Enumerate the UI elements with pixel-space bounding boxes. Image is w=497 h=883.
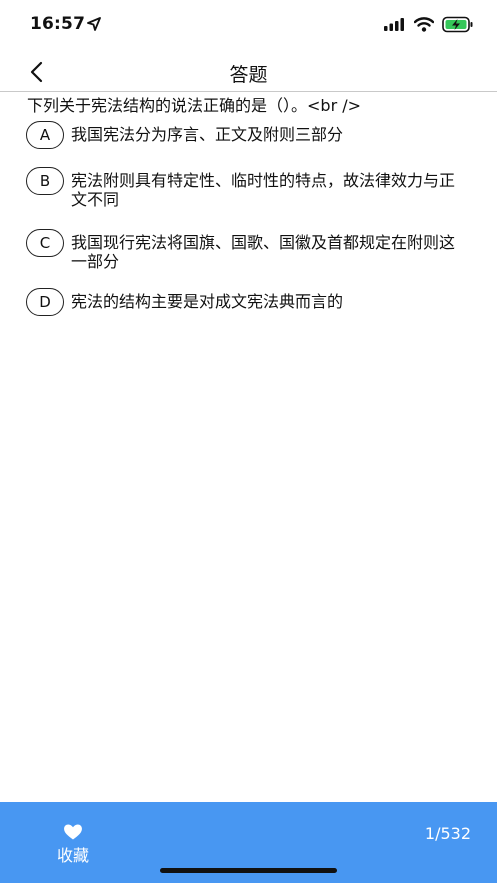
option-b[interactable]: B 宪法附则具有特定性、临时性的特点，故法律效力与正文不同 xyxy=(26,167,476,209)
status-bar: 16:57 xyxy=(0,0,497,50)
location-arrow-icon xyxy=(87,17,101,31)
option-text: 宪法的结构主要是对成文宪法典而言的 xyxy=(71,292,344,311)
option-a[interactable]: A 我国宪法分为序言、正文及附则三部分 xyxy=(26,121,476,149)
option-d[interactable]: D 宪法的结构主要是对成文宪法典而言的 xyxy=(26,288,476,316)
options-list: A 我国宪法分为序言、正文及附则三部分 B 宪法附则具有特定性、临时性的特点，故… xyxy=(26,121,476,316)
signal-icon xyxy=(384,18,404,31)
option-letter-badge: C xyxy=(26,229,64,257)
favorite-button[interactable]: 收藏 xyxy=(48,824,98,866)
battery-charging-icon xyxy=(442,16,473,33)
status-time: 16:57 xyxy=(30,14,86,34)
page-title: 答题 xyxy=(229,64,268,86)
option-c[interactable]: C 我国现行宪法将国旗、国歌、国徽及首都规定在附则这一部分 xyxy=(26,229,476,271)
option-text: 我国现行宪法将国旗、国歌、国徽及首都规定在附则这一部分 xyxy=(71,233,456,271)
option-text: 宪法附则具有特定性、临时性的特点，故法律效力与正文不同 xyxy=(71,171,456,209)
page-counter: 1/532 xyxy=(424,824,471,843)
option-text: 我国宪法分为序言、正文及附则三部分 xyxy=(71,125,344,144)
nav-bar: 答题 xyxy=(0,50,497,92)
question-text: 下列关于宪法结构的说法正确的是（）。<br /> xyxy=(27,96,362,115)
option-letter-badge: B xyxy=(26,167,64,195)
option-letter-badge: A xyxy=(26,121,64,149)
heart-icon xyxy=(64,824,82,840)
option-letter-badge: D xyxy=(26,288,64,316)
home-indicator[interactable] xyxy=(160,868,337,873)
wifi-icon xyxy=(414,17,434,32)
favorite-label: 收藏 xyxy=(56,846,89,865)
